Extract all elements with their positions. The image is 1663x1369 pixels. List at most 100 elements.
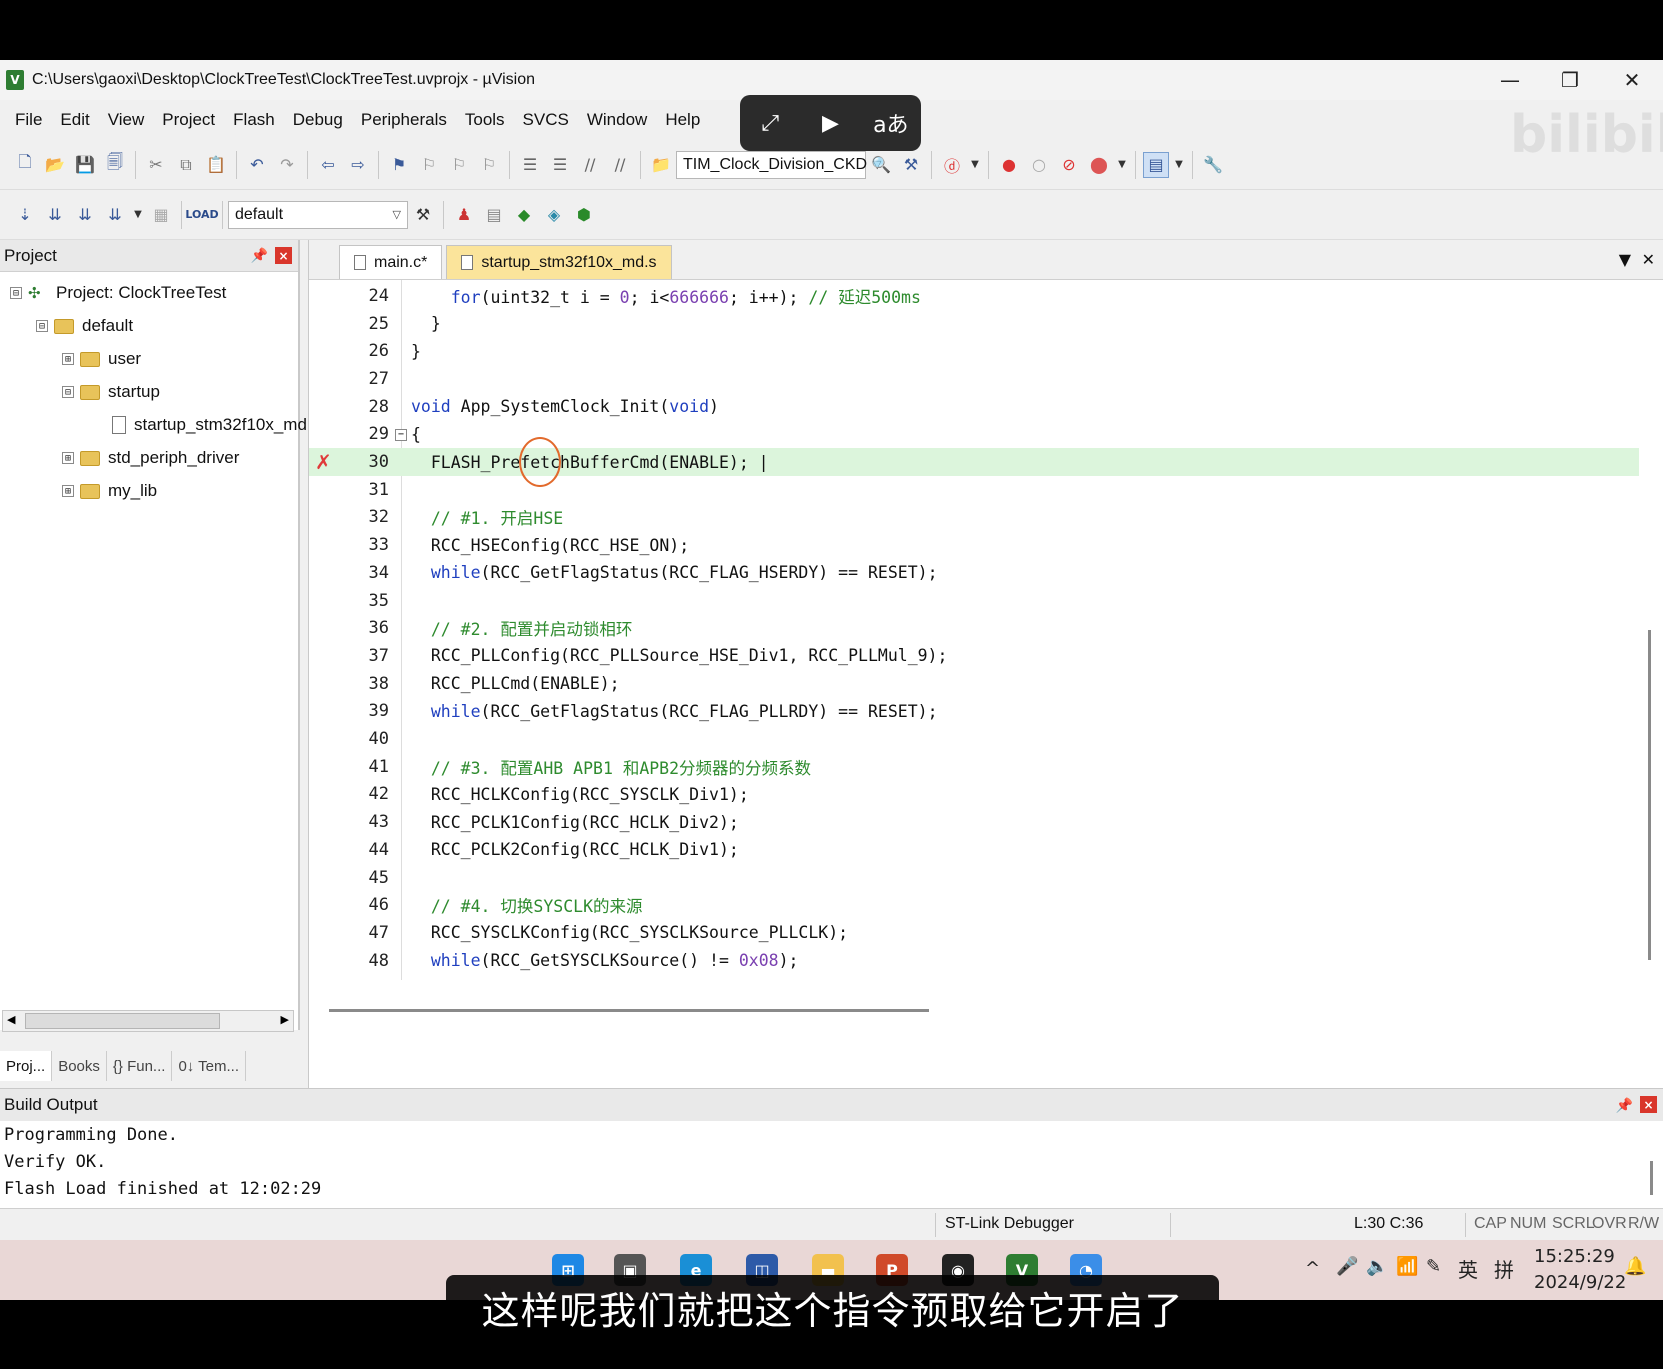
error-marker-icon[interactable]: ✗: [315, 450, 332, 474]
cut-icon[interactable]: ✂: [143, 152, 169, 178]
code-line-28[interactable]: 28 void App_SystemClock_Init(void): [309, 393, 1639, 421]
paste-icon[interactable]: 📋: [203, 152, 229, 178]
pin-icon[interactable]: 📌: [251, 247, 268, 264]
dropdown-arrow-icon[interactable]: ▼: [1116, 152, 1128, 178]
navigate-back-icon[interactable]: ⇦: [315, 152, 341, 178]
wifi-icon[interactable]: 📶: [1396, 1256, 1418, 1277]
code-line-42[interactable]: 42 RCC_HCLKConfig(RCC_SYSCLK_Div1);: [309, 781, 1639, 809]
clear-bookmarks-icon[interactable]: ⚐: [476, 152, 502, 178]
menu-project[interactable]: Project: [153, 110, 224, 130]
comment-icon[interactable]: //: [577, 152, 603, 178]
code-line-32[interactable]: 32 // #1. 开启HSE: [309, 504, 1639, 532]
rebuild-icon[interactable]: ⇊: [72, 202, 98, 228]
translate-icon[interactable]: ⇣: [12, 202, 38, 228]
code-line-41[interactable]: 41 // #3. 配置AHB APB1 和APB2分频器的分频系数: [309, 753, 1639, 781]
editor-vertical-scrollbar[interactable]: [1648, 630, 1651, 960]
clock-date[interactable]: 2024/9/22: [1534, 1272, 1626, 1293]
clock-time[interactable]: 15:25:29: [1534, 1246, 1615, 1267]
close-icon[interactable]: ×: [275, 247, 292, 264]
batch-build-icon[interactable]: ⇊: [102, 202, 128, 228]
menu-peripherals[interactable]: Peripherals: [352, 110, 456, 130]
pen-icon[interactable]: ✎: [1426, 1256, 1441, 1277]
enable-breakpoint-icon[interactable]: ○: [1026, 152, 1052, 178]
close-tab-icon[interactable]: ✕: [1642, 250, 1655, 269]
tree-item-std-periph-driver[interactable]: ⊞ std_periph_driver: [62, 443, 239, 473]
pin-icon[interactable]: 📌: [1616, 1097, 1633, 1114]
minimize-button[interactable]: —: [1480, 60, 1540, 100]
code-line-30[interactable]: 30 ✗ FLASH_PrefetchBufferCmd(ENABLE); |: [309, 448, 1639, 476]
code-line-35[interactable]: 35: [309, 587, 1639, 615]
menu-window[interactable]: Window: [578, 110, 656, 130]
menu-debug[interactable]: Debug: [284, 110, 352, 130]
code-line-39[interactable]: 39 while(RCC_GetFlagStatus(RCC_FLAG_PLLR…: [309, 698, 1639, 726]
open-folder-icon[interactable]: 📂: [42, 152, 68, 178]
pack-installer-icon[interactable]: ⬢: [571, 202, 597, 228]
target-select[interactable]: default ▽: [228, 200, 408, 229]
code-line-37[interactable]: 37 RCC_PLLConfig(RCC_PLLSource_HSE_Div1,…: [309, 642, 1639, 670]
code-line-38[interactable]: 38 RCC_PLLCmd(ENABLE);: [309, 670, 1639, 698]
collapse-icon[interactable]: ⊟: [10, 287, 22, 299]
ime-mode[interactable]: 拼: [1494, 1254, 1514, 1283]
code-line-26[interactable]: 26}: [309, 337, 1639, 365]
code-line-47[interactable]: 47 RCC_SYSCLKConfig(RCC_SYSCLKSource_PLL…: [309, 919, 1639, 947]
code-line-36[interactable]: 36 // #2. 配置并启动锁相环: [309, 614, 1639, 642]
stop-build-icon[interactable]: ▦: [148, 202, 174, 228]
menu-file[interactable]: File: [6, 110, 51, 130]
speaker-icon[interactable]: 🔈: [1366, 1256, 1388, 1277]
code-line-33[interactable]: 33 RCC_HSEConfig(RCC_HSE_ON);: [309, 531, 1639, 559]
dropdown-arrow-icon[interactable]: ▼: [132, 202, 144, 228]
code-line-25[interactable]: 25 }: [309, 310, 1639, 338]
translate-icon[interactable]: aあ: [869, 107, 913, 139]
target-options-icon[interactable]: ⚒: [410, 202, 436, 228]
scroll-left-icon[interactable]: ◀: [7, 1013, 15, 1026]
tab-functions[interactable]: {} Fun...: [107, 1051, 173, 1081]
build-output-scrollbar[interactable]: [1650, 1161, 1653, 1195]
fold-collapse-icon[interactable]: −: [395, 428, 407, 441]
scrollbar-thumb[interactable]: [25, 1013, 220, 1029]
kill-breakpoints-icon[interactable]: ⬤: [1086, 152, 1112, 178]
indent-icon[interactable]: ☰: [517, 152, 543, 178]
copy-icon[interactable]: ⧉: [173, 152, 199, 178]
code-line-29[interactable]: 29 {: [309, 421, 1639, 449]
tab-startup-s[interactable]: startup_stm32f10x_md.s: [446, 245, 672, 279]
redo-icon[interactable]: ↷: [274, 152, 300, 178]
restore-button[interactable]: ❐: [1540, 60, 1600, 100]
new-file-icon[interactable]: 🗋: [12, 152, 38, 178]
tab-templates[interactable]: 0↓ Tem...: [172, 1051, 247, 1081]
find-combo[interactable]: TIM_Clock_Division_CKD ▽: [676, 150, 882, 179]
tab-main-c[interactable]: main.c*: [339, 245, 443, 279]
microphone-icon[interactable]: 🎤: [1336, 1256, 1358, 1277]
scroll-right-icon[interactable]: ▶: [281, 1013, 289, 1026]
save-all-icon[interactable]: 🗐: [102, 152, 128, 178]
ime-language[interactable]: 英: [1458, 1254, 1478, 1283]
code-line-46[interactable]: 46 // #4. 切换SYSCLK的来源: [309, 891, 1639, 919]
bookmark-icon[interactable]: ⚑: [386, 152, 412, 178]
fullscreen-icon[interactable]: ⤢: [748, 111, 792, 136]
expand-icon[interactable]: ⊞: [62, 452, 74, 464]
code-line-43[interactable]: 43 RCC_PCLK1Config(RCC_HCLK_Div2);: [309, 808, 1639, 836]
incremental-find-icon[interactable]: ⚒: [898, 152, 924, 178]
window-layout-icon[interactable]: ▤: [1143, 151, 1169, 178]
scrollbar-thumb[interactable]: [329, 1009, 929, 1012]
tree-item-default[interactable]: ⊟ default: [36, 311, 133, 341]
dropdown-arrow-icon[interactable]: ▼: [969, 152, 981, 178]
menu-edit[interactable]: Edit: [51, 110, 98, 130]
code-line-45[interactable]: 45: [309, 864, 1639, 892]
project-horizontal-scrollbar[interactable]: ◀ ▶: [2, 1010, 294, 1032]
tab-project[interactable]: Proj...: [0, 1051, 53, 1081]
tab-list-dropdown-icon[interactable]: ▼: [1619, 250, 1631, 269]
next-bookmark-icon[interactable]: ⚐: [446, 152, 472, 178]
disable-breakpoints-icon[interactable]: ⊘: [1056, 152, 1082, 178]
undo-icon[interactable]: ↶: [244, 152, 270, 178]
code-line-24[interactable]: 24 for(uint32_t i = 0; i<666666; i++); /…: [309, 282, 1639, 310]
collapse-icon[interactable]: ⊟: [36, 320, 48, 332]
tree-item-my-lib[interactable]: ⊞ my_lib: [62, 476, 157, 506]
manage-run-time-env-icon[interactable]: ◆: [511, 202, 537, 228]
unindent-icon[interactable]: ☰: [547, 152, 573, 178]
save-icon[interactable]: 💾: [72, 152, 98, 178]
download-load-icon[interactable]: LOAD: [185, 202, 218, 228]
file-extensions-icon[interactable]: ▤: [481, 202, 507, 228]
editor-horizontal-scrollbar[interactable]: [329, 1006, 1629, 1016]
find-icon[interactable]: 🔍: [868, 152, 894, 178]
find-in-files-icon[interactable]: 📁: [648, 152, 674, 178]
